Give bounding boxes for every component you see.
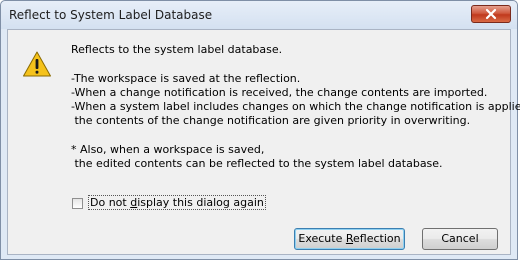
note-line-2: the edited contents can be reflected to … bbox=[71, 157, 443, 170]
close-button[interactable] bbox=[471, 5, 511, 23]
message-heading: Reflects to the system label database. bbox=[71, 43, 283, 56]
do-not-display-checkbox[interactable] bbox=[72, 198, 83, 209]
execute-reflection-button[interactable]: Execute Reflection bbox=[294, 228, 405, 250]
note-line-1: * Also, when a workspace is saved, bbox=[71, 143, 265, 156]
message-line-1: -The workspace is saved at the reflectio… bbox=[71, 72, 301, 85]
message-line-3: -When a system label includes changes on… bbox=[71, 100, 520, 113]
dialog-window: Reflect to System Label Database Reflect… bbox=[0, 0, 520, 260]
warning-icon bbox=[23, 51, 51, 77]
title-bar[interactable]: Reflect to System Label Database bbox=[1, 1, 517, 29]
cancel-button[interactable]: Cancel bbox=[422, 228, 498, 250]
close-icon bbox=[485, 8, 497, 20]
message-line-2: -When a change notification is received,… bbox=[71, 86, 488, 99]
dialog-title: Reflect to System Label Database bbox=[9, 8, 213, 22]
message-line-4: the contents of the change notification … bbox=[71, 114, 471, 127]
do-not-display-label[interactable]: Do not display this dialog again bbox=[88, 195, 266, 210]
dialog-body: Reflects to the system label database. -… bbox=[7, 29, 520, 255]
